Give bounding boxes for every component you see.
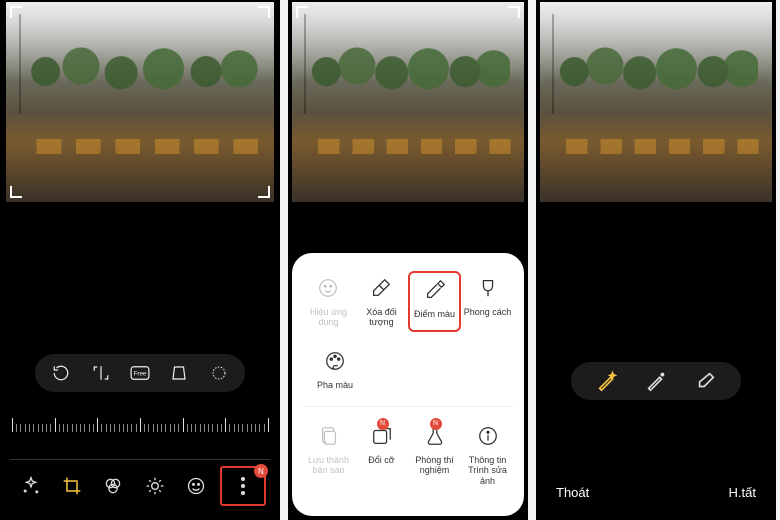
more-icon xyxy=(241,477,245,495)
wand-auto-button[interactable] xyxy=(593,367,621,395)
menu-item-thong-tin[interactable]: Thông tin Trình sửa ảnh xyxy=(461,419,514,490)
menu-item-diem-mau[interactable]: Điểm màu xyxy=(408,271,461,332)
palette-icon xyxy=(322,348,348,374)
menu-item-luu-ban-sao[interactable]: Lưu thành bản sao xyxy=(302,419,355,490)
menu-label: Pha màu xyxy=(317,380,353,390)
eraser-icon xyxy=(368,275,394,301)
menu-label: Phong cách xyxy=(464,307,512,317)
face-icon xyxy=(315,275,341,301)
panel-left: Free N xyxy=(0,0,280,520)
preview-image[interactable] xyxy=(6,2,274,202)
crop-handle-tl[interactable] xyxy=(296,6,308,18)
crop-handle-bl[interactable] xyxy=(10,186,22,198)
ratio-free-icon[interactable]: Free xyxy=(127,360,153,386)
edit-tool-pill xyxy=(571,362,741,400)
ratio-custom-icon[interactable] xyxy=(88,360,114,386)
crop-handle-tl[interactable] xyxy=(10,6,22,18)
wand-button[interactable] xyxy=(642,367,670,395)
rotate-icon[interactable] xyxy=(48,360,74,386)
copy-icon xyxy=(316,423,342,449)
popup-divider xyxy=(302,406,514,407)
panel-mid: Hiệu ứng dụng Xóa đối tượng Điểm màu Pho… xyxy=(288,0,528,520)
transform-toolbar: Free xyxy=(35,354,245,392)
auto-enhance-icon[interactable] xyxy=(14,469,48,503)
popup-row-2: Pha màu xyxy=(302,344,514,394)
perspective-icon[interactable] xyxy=(166,360,192,386)
footer-actions: Thoát H.tất xyxy=(556,485,756,500)
brightness-icon[interactable] xyxy=(138,469,172,503)
new-badge: N xyxy=(377,418,389,430)
ellipse-icon[interactable] xyxy=(206,360,232,386)
menu-label: Xóa đối tượng xyxy=(357,307,406,328)
menu-label: Đổi cỡ xyxy=(368,455,394,465)
crop-handle-br[interactable] xyxy=(258,186,270,198)
done-button[interactable]: H.tất xyxy=(729,485,756,500)
crop-handle-tr[interactable] xyxy=(258,6,270,18)
rotation-slider[interactable] xyxy=(10,412,270,432)
filters-icon[interactable] xyxy=(96,469,130,503)
sticker-icon[interactable] xyxy=(179,469,213,503)
menu-item-phong-cach[interactable]: Phong cách xyxy=(461,271,514,332)
menu-label: Thông tin Trình sửa ảnh xyxy=(463,455,512,486)
menu-item-phong-thi-nghiem[interactable]: N Phòng thí nghiệm xyxy=(408,419,461,490)
menu-item-hieu-ung[interactable]: Hiệu ứng dụng xyxy=(302,271,355,332)
popup-row-3: Lưu thành bản sao N Đổi cỡ N Phòng thí n… xyxy=(302,419,514,490)
exit-button[interactable]: Thoát xyxy=(556,485,589,500)
more-menu-popup: Hiệu ứng dụng Xóa đối tượng Điểm màu Pho… xyxy=(292,253,524,516)
panel-right: Thoát H.tất xyxy=(536,0,776,520)
eraser-button[interactable] xyxy=(692,367,720,395)
divider xyxy=(10,459,270,460)
brush-icon xyxy=(475,275,501,301)
menu-label: Lưu thành bản sao xyxy=(304,455,353,476)
svg-text:Free: Free xyxy=(134,371,147,378)
menu-item-doi-co[interactable]: N Đổi cỡ xyxy=(355,419,408,490)
more-button[interactable]: N xyxy=(220,466,266,506)
bottom-toolbar: N xyxy=(8,466,272,506)
eyedropper-icon xyxy=(422,277,448,303)
menu-label: Điểm màu xyxy=(414,309,455,319)
menu-item-xoa-doi-tuong[interactable]: Xóa đối tượng xyxy=(355,271,408,332)
popup-row-1: Hiệu ứng dụng Xóa đối tượng Điểm màu Pho… xyxy=(302,271,514,332)
new-badge: N xyxy=(430,418,442,430)
crop-handle-tr[interactable] xyxy=(508,6,520,18)
new-badge: N xyxy=(254,464,268,478)
info-icon xyxy=(475,423,501,449)
menu-label: Hiệu ứng dụng xyxy=(304,307,353,328)
crop-icon[interactable] xyxy=(55,469,89,503)
menu-label: Phòng thí nghiệm xyxy=(410,455,459,476)
preview-image[interactable] xyxy=(540,2,772,202)
menu-item-pha-mau[interactable]: Pha màu xyxy=(308,344,362,394)
preview-image[interactable] xyxy=(292,2,524,202)
